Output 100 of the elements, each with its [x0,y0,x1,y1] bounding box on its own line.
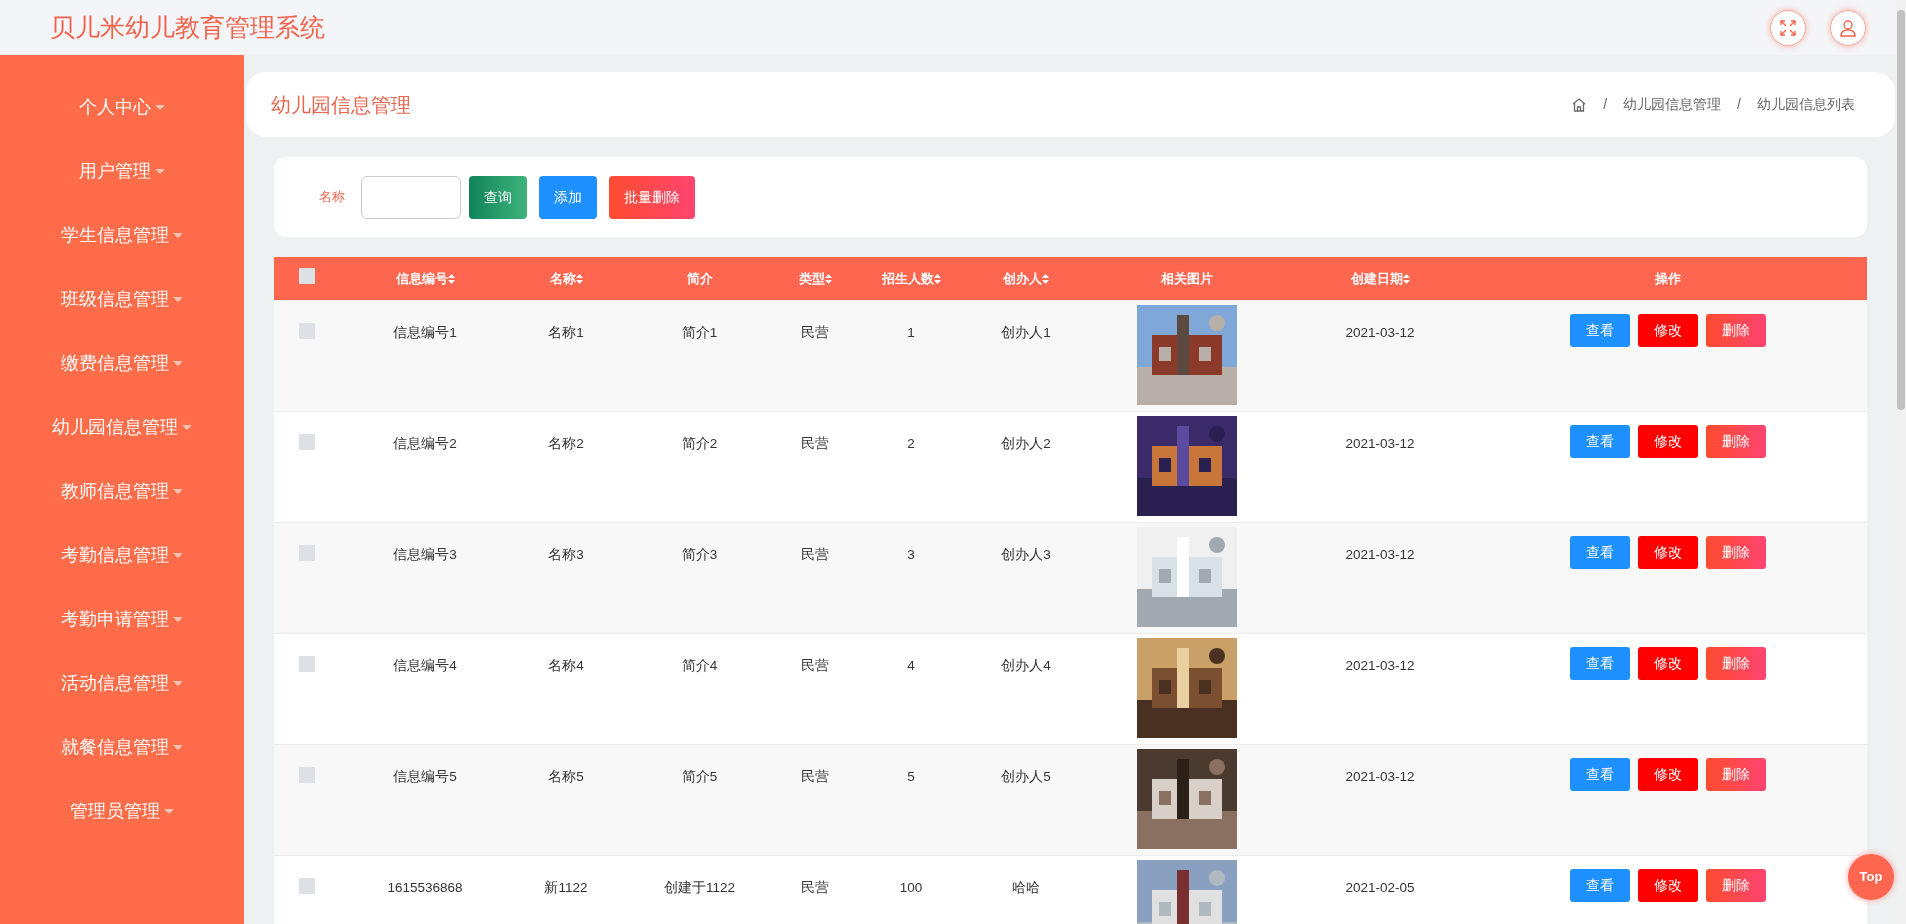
edit-button[interactable]: 修改 [1638,313,1698,347]
column-header[interactable]: 创建日期 [1350,270,1410,286]
caret-icon [173,232,183,238]
view-button[interactable]: 查看 [1570,535,1630,569]
table-cell: 5 [853,744,969,855]
breadcrumb-separator: / [1603,95,1608,114]
expand-icon [1779,18,1797,37]
view-button[interactable]: 查看 [1570,424,1630,458]
row-checkbox[interactable] [299,544,315,561]
table-cell: 信息编号1 [340,300,510,411]
table-cell: 创办人5 [969,744,1083,855]
sidebar-item[interactable]: 活动信息管理 [61,669,169,697]
search-label: 名称 [319,188,345,207]
table-cell: 简介3 [622,522,777,633]
caret-icon [173,552,183,558]
column-header: 操作 [1655,270,1681,286]
sidebar-item[interactable]: 考勤信息管理 [61,541,169,569]
sidebar-item[interactable]: 缴费信息管理 [61,349,169,377]
caret-icon [173,680,183,686]
edit-button[interactable]: 修改 [1638,868,1698,902]
row-checkbox[interactable] [299,433,315,450]
sort-icon[interactable] [1042,274,1049,285]
caret-icon [173,744,183,750]
column-header[interactable]: 创办人 [1003,270,1049,286]
row-checkbox[interactable] [299,766,315,783]
caret-icon [155,104,165,110]
table-cell: 2021-03-12 [1291,744,1469,855]
sidebar-item[interactable]: 学生信息管理 [61,221,169,249]
table-cell: 信息编号5 [340,744,510,855]
delete-button[interactable]: 删除 [1706,535,1766,569]
table-cell: 2021-03-12 [1291,522,1469,633]
sidebar-item[interactable]: 用户管理 [79,157,151,185]
view-button[interactable]: 查看 [1570,868,1630,902]
table-cell: 哈哈 [969,855,1083,924]
caret-icon [173,616,183,622]
app-title: 贝儿米幼儿教育管理系统 [50,11,325,43]
table-cell: 信息编号3 [340,522,510,633]
edit-button[interactable]: 修改 [1638,757,1698,791]
caret-icon [164,808,174,814]
page-title: 幼儿园信息管理 [271,92,411,118]
edit-button[interactable]: 修改 [1638,424,1698,458]
sort-icon[interactable] [1402,274,1410,285]
table-cell: 100 [853,855,969,924]
table-cell: 名称1 [510,300,622,411]
table-cell: 新1122 [510,855,622,924]
delete-button[interactable]: 删除 [1706,757,1766,791]
select-all-checkbox[interactable] [299,267,315,284]
sidebar-item[interactable]: 就餐信息管理 [61,733,169,761]
sidebar-item[interactable]: 管理员管理 [70,797,160,825]
caret-icon [182,424,192,430]
home-icon[interactable] [1571,96,1588,113]
table-cell: 名称5 [510,744,622,855]
table-cell: 简介5 [622,744,777,855]
delete-button[interactable]: 批量删除 [609,175,695,219]
caret-icon [173,296,183,302]
sort-icon[interactable] [824,274,832,285]
edit-button[interactable]: 修改 [1638,535,1698,569]
column-header[interactable]: 招生人数 [881,270,941,286]
table-cell: 民营 [777,855,853,924]
table-cell: 1 [853,300,969,411]
table-cell: 3 [853,522,969,633]
breadcrumb-link[interactable]: 幼儿园信息管理 [1623,94,1722,115]
delete-button[interactable]: 删除 [1706,313,1766,347]
sidebar-item[interactable]: 考勤申请管理 [61,605,169,633]
fullscreen-button[interactable] [1770,9,1806,46]
row-checkbox[interactable] [299,877,315,894]
search-button[interactable]: 查询 [469,175,527,219]
search-field[interactable] [361,175,461,219]
table-cell: 简介1 [622,300,777,411]
view-button[interactable]: 查看 [1570,757,1630,791]
column-header[interactable]: 名称 [549,270,583,286]
edit-button[interactable]: 修改 [1638,646,1698,680]
sidebar-item[interactable]: 幼儿园信息管理 [52,413,178,441]
user-icon [1839,18,1857,37]
breadcrumb-separator: / [1737,95,1741,114]
table-cell: 2021-02-05 [1291,855,1469,924]
sidebar-item[interactable]: 教师信息管理 [61,477,169,505]
user-button[interactable] [1830,9,1866,46]
view-button[interactable]: 查看 [1570,646,1630,680]
sidebar-item[interactable]: 班级信息管理 [61,285,169,313]
row-checkbox[interactable] [299,655,315,672]
column-header: 简介 [686,270,713,286]
add-button[interactable]: 添加 [539,175,597,219]
sort-icon[interactable] [575,274,583,285]
row-checkbox[interactable] [299,322,315,339]
caret-icon [173,488,183,494]
sidebar-item[interactable]: 个人中心 [79,93,151,121]
table-cell: 2021-03-12 [1291,300,1469,411]
delete-button[interactable]: 删除 [1706,868,1766,902]
column-header[interactable]: 类型 [798,270,832,286]
delete-button[interactable]: 删除 [1706,646,1766,680]
delete-button[interactable]: 删除 [1706,424,1766,458]
sort-icon[interactable] [447,274,455,285]
sort-icon[interactable] [933,274,941,285]
view-button[interactable]: 查看 [1570,313,1630,347]
table-cell: 民营 [777,744,853,855]
table-cell: 民营 [777,300,853,411]
column-header[interactable]: 信息编号 [395,270,455,286]
table-cell: 名称3 [510,522,622,633]
caret-icon [155,168,165,174]
